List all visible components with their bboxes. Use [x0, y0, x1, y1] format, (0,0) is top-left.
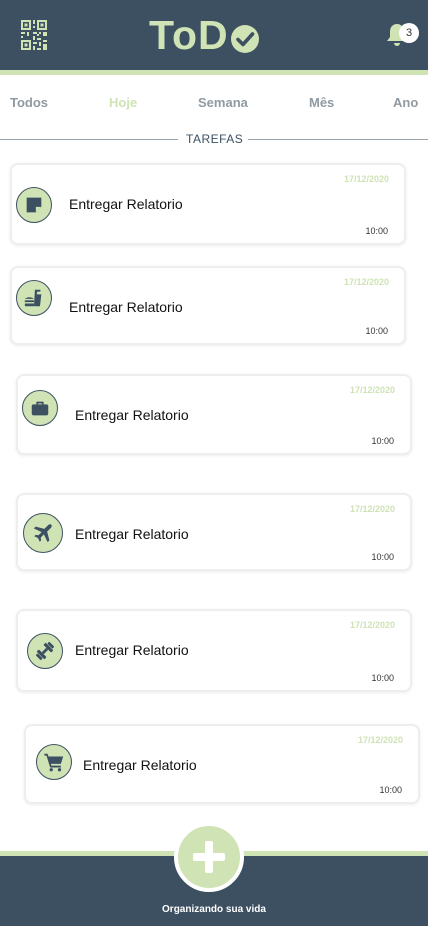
airplane-icon — [23, 513, 63, 553]
app-logo: ToD — [149, 12, 260, 58]
task-date: 17/12/2020 — [349, 504, 395, 514]
task-date: 17/12/2020 — [349, 385, 395, 395]
task-title: Entregar Relatorio — [69, 299, 183, 315]
tab-ano[interactable]: Ano — [393, 90, 418, 116]
shopping-cart-icon — [36, 744, 72, 780]
check-circle-icon — [230, 25, 259, 53]
briefcase-icon — [22, 390, 58, 426]
section-title: TAREFAS — [186, 132, 244, 146]
task-time: 10:00 — [365, 326, 388, 336]
task-time: 10:00 — [371, 673, 394, 683]
add-task-button[interactable] — [174, 822, 244, 892]
task-card[interactable]: Entregar Relatorio 17/12/2020 10:00 — [10, 266, 406, 345]
dumbbell-icon — [27, 633, 63, 669]
task-time: 10:00 — [371, 436, 394, 446]
task-time: 10:00 — [379, 785, 402, 795]
task-time: 10:00 — [371, 552, 394, 562]
footer-tagline: Organizando sua vida — [162, 904, 266, 915]
food-drink-icon — [16, 280, 52, 316]
logo-text: ToD — [149, 12, 229, 58]
task-card[interactable]: Entregar Relatorio 17/12/2020 10:00 — [16, 374, 412, 455]
task-card[interactable]: Entregar Relatorio 17/12/2020 10:00 — [16, 609, 412, 692]
task-title: Entregar Relatorio — [75, 526, 189, 542]
tab-todos[interactable]: Todos — [10, 90, 48, 116]
section-divider-right — [248, 139, 428, 140]
tab-semana[interactable]: Semana — [198, 90, 248, 116]
task-time: 10:00 — [365, 226, 388, 236]
section-divider-left — [0, 139, 178, 140]
period-tabs: Todos Hoje Semana Mês Ano — [0, 90, 428, 116]
task-date: 17/12/2020 — [357, 735, 403, 745]
task-date: 17/12/2020 — [349, 620, 395, 630]
notification-badge: 3 — [399, 23, 419, 43]
section-header: TAREFAS — [0, 131, 428, 147]
task-date: 17/12/2020 — [343, 174, 389, 184]
app-header: ToD 3 — [0, 0, 428, 70]
task-card[interactable]: Entregar Relatorio 17/12/2020 10:00 — [10, 163, 406, 245]
note-icon — [16, 187, 52, 223]
task-title: Entregar Relatorio — [83, 757, 197, 773]
task-title: Entregar Relatorio — [69, 196, 183, 212]
task-title: Entregar Relatorio — [75, 642, 189, 658]
qr-code-icon[interactable] — [21, 20, 47, 50]
task-card[interactable]: Entregar Relatorio 17/12/2020 10:00 — [24, 724, 420, 804]
header-divider — [0, 70, 428, 75]
tab-hoje[interactable]: Hoje — [109, 90, 137, 116]
task-title: Entregar Relatorio — [75, 407, 189, 423]
plus-icon — [193, 841, 225, 873]
task-card[interactable]: Entregar Relatorio 17/12/2020 10:00 — [16, 493, 412, 571]
tab-mes[interactable]: Mês — [309, 90, 334, 116]
task-date: 17/12/2020 — [343, 277, 389, 287]
